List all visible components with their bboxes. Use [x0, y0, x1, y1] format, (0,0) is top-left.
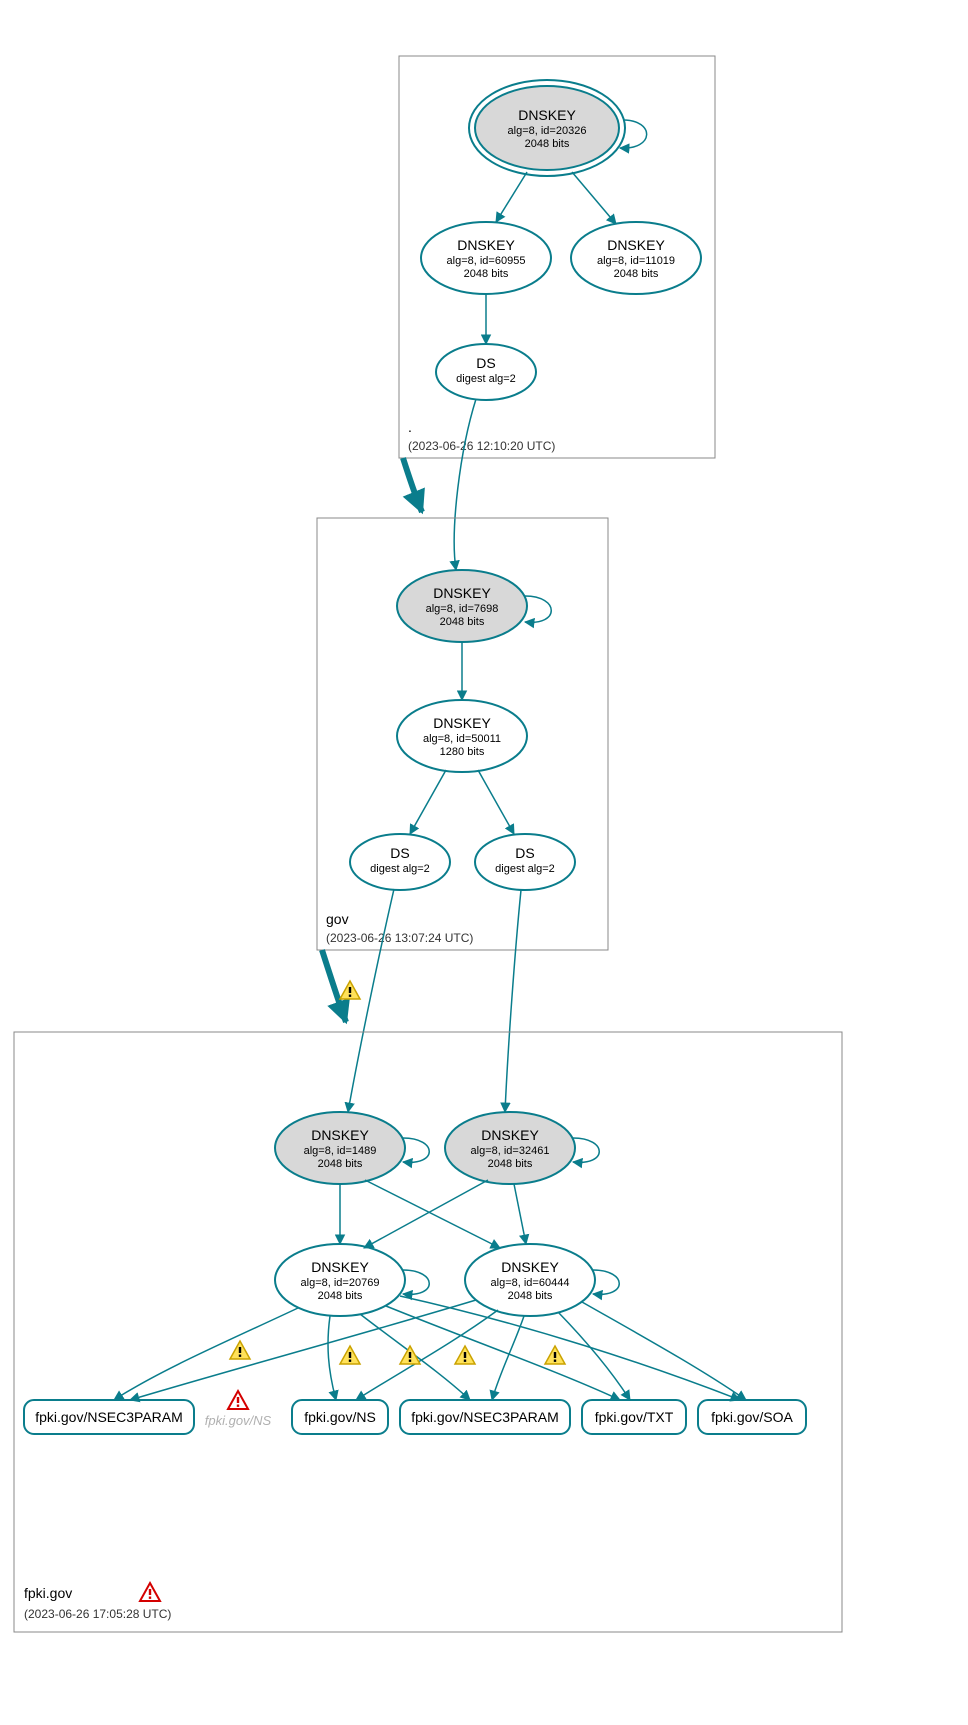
warning-icon: [230, 1341, 250, 1359]
svg-text:DNSKEY: DNSKEY: [311, 1259, 369, 1275]
warning-icon: [340, 981, 360, 999]
svg-text:DS: DS: [515, 845, 534, 861]
warning-icon: [340, 1346, 360, 1364]
svg-text:alg=8, id=50011: alg=8, id=50011: [423, 733, 501, 745]
svg-text:digest alg=2: digest alg=2: [495, 863, 555, 875]
svg-text:DNSKEY: DNSKEY: [501, 1259, 559, 1275]
svg-text:2048 bits: 2048 bits: [318, 1290, 363, 1302]
svg-text:alg=8, id=20326: alg=8, id=20326: [508, 125, 587, 137]
svg-text:DNSKEY: DNSKEY: [457, 237, 515, 253]
edge-deleg-gov-fpki: [322, 950, 346, 1022]
node-fpki-zsk1: DNSKEY alg=8, id=20769 2048 bits: [275, 1244, 405, 1316]
svg-text:alg=8, id=20769: alg=8, id=20769: [301, 1277, 380, 1289]
dnssec-graph: . (2023-06-26 12:10:20 UTC) DNSKEY alg=8…: [0, 0, 968, 1725]
svg-text:DS: DS: [476, 355, 495, 371]
svg-text:2048 bits: 2048 bits: [488, 1158, 533, 1170]
svg-text:2048 bits: 2048 bits: [318, 1158, 363, 1170]
svg-text:2048 bits: 2048 bits: [464, 268, 509, 280]
node-gov-ksk: DNSKEY alg=8, id=7698 2048 bits: [397, 570, 527, 642]
edge-govzsk-ds1: [410, 770, 446, 834]
warning-icon: [545, 1346, 565, 1364]
svg-text:alg=8, id=11019: alg=8, id=11019: [597, 255, 675, 267]
edge-ksk1-zsk2: [365, 1180, 500, 1248]
edge-zsk1-nsec3pa: [114, 1308, 298, 1400]
svg-text:DS: DS: [390, 845, 409, 861]
svg-text:fpki.gov/NSEC3PARAM: fpki.gov/NSEC3PARAM: [411, 1409, 559, 1425]
svg-text:2048 bits: 2048 bits: [440, 616, 485, 628]
leaf-txt: fpki.gov/TXT: [582, 1400, 686, 1434]
svg-text:fpki.gov/SOA: fpki.gov/SOA: [711, 1409, 793, 1425]
zone-root-label: .: [408, 419, 412, 435]
edge-govds2-fpkiksk2: [505, 890, 521, 1112]
edge-zsk2-ns: [356, 1310, 498, 1400]
svg-text:alg=8, id=1489: alg=8, id=1489: [304, 1145, 377, 1157]
zone-fpki-box: [14, 1032, 842, 1632]
svg-text:digest alg=2: digest alg=2: [456, 373, 516, 385]
leaf-ns: fpki.gov/NS: [292, 1400, 388, 1434]
svg-text:DNSKEY: DNSKEY: [481, 1127, 539, 1143]
leaf-nsec3p-b: fpki.gov/NSEC3PARAM: [400, 1400, 570, 1434]
node-root-zsk1: DNSKEY alg=8, id=60955 2048 bits: [421, 222, 551, 294]
edge-govds1-fpkiksk1: [348, 889, 394, 1112]
svg-text:DNSKEY: DNSKEY: [518, 107, 576, 123]
edge-fpkiksk2-self: [573, 1138, 599, 1162]
node-fpki-ksk1: DNSKEY alg=8, id=1489 2048 bits: [275, 1112, 405, 1184]
edge-fpkizsk1-self: [403, 1270, 429, 1294]
svg-text:alg=8, id=60444: alg=8, id=60444: [491, 1277, 570, 1289]
edge-fpkiksk1-self: [403, 1138, 429, 1162]
zone-gov-label: gov: [326, 911, 349, 927]
svg-text:DNSKEY: DNSKEY: [607, 237, 665, 253]
node-gov-ds1: DS digest alg=2: [350, 834, 450, 890]
node-root-ksk: DNSKEY alg=8, id=20326 2048 bits: [469, 80, 625, 176]
svg-text:1280 bits: 1280 bits: [440, 746, 485, 758]
error-icon: [140, 1583, 160, 1601]
edge-ksk2-zsk1: [364, 1180, 488, 1248]
node-gov-zsk: DNSKEY alg=8, id=50011 1280 bits: [397, 700, 527, 772]
svg-text:alg=8, id=32461: alg=8, id=32461: [471, 1145, 550, 1157]
node-root-zsk2: DNSKEY alg=8, id=11019 2048 bits: [571, 222, 701, 294]
edge-deleg-root-gov: [403, 458, 422, 512]
zone-fpki-label: fpki.gov: [24, 1585, 72, 1601]
edge-rootksk-zsk2: [572, 172, 616, 224]
edge-ksk2-zsk2: [514, 1184, 526, 1244]
zone-gov-ts: (2023-06-26 13:07:24 UTC): [326, 931, 473, 945]
edge-govksk-self: [525, 596, 551, 622]
edge-zsk1-ns: [328, 1316, 336, 1400]
edge-rootksk-zsk1: [496, 172, 527, 222]
node-root-ds: DS digest alg=2: [436, 344, 536, 400]
edge-zsk2-soa: [582, 1302, 746, 1400]
edge-rootds-govksk: [454, 399, 476, 570]
svg-text:digest alg=2: digest alg=2: [370, 863, 430, 875]
svg-text:fpki.gov/NS: fpki.gov/NS: [304, 1409, 376, 1425]
svg-text:alg=8, id=7698: alg=8, id=7698: [426, 603, 499, 615]
node-gov-ds2: DS digest alg=2: [475, 834, 575, 890]
svg-text:DNSKEY: DNSKEY: [433, 715, 491, 731]
leaf-soa: fpki.gov/SOA: [698, 1400, 806, 1434]
svg-text:fpki.gov/NS: fpki.gov/NS: [205, 1413, 272, 1428]
edge-govzsk-ds2: [478, 770, 514, 834]
svg-text:2048 bits: 2048 bits: [525, 138, 570, 150]
svg-text:alg=8, id=60955: alg=8, id=60955: [447, 255, 526, 267]
svg-text:2048 bits: 2048 bits: [508, 1290, 553, 1302]
svg-text:DNSKEY: DNSKEY: [311, 1127, 369, 1143]
leaf-nsec3p-a: fpki.gov/NSEC3PARAM: [24, 1400, 194, 1434]
svg-text:fpki.gov/NSEC3PARAM: fpki.gov/NSEC3PARAM: [35, 1409, 183, 1425]
node-fpki-ksk2: DNSKEY alg=8, id=32461 2048 bits: [445, 1112, 575, 1184]
warning-icon: [400, 1346, 420, 1364]
node-fpki-zsk2: DNSKEY alg=8, id=60444 2048 bits: [465, 1244, 595, 1316]
svg-text:2048 bits: 2048 bits: [614, 268, 659, 280]
leaf-ns-dim: fpki.gov/NS: [205, 1391, 272, 1428]
edge-zsk1-txt: [386, 1306, 620, 1400]
svg-text:fpki.gov/TXT: fpki.gov/TXT: [595, 1409, 674, 1425]
edge-fpkizsk2-self: [593, 1270, 619, 1294]
zone-fpki-ts: (2023-06-26 17:05:28 UTC): [24, 1607, 171, 1621]
warning-icon: [455, 1346, 475, 1364]
edge-zsk2-nsec3pa: [130, 1300, 476, 1400]
zone-root-ts: (2023-06-26 12:10:20 UTC): [408, 439, 555, 453]
svg-text:DNSKEY: DNSKEY: [433, 585, 491, 601]
